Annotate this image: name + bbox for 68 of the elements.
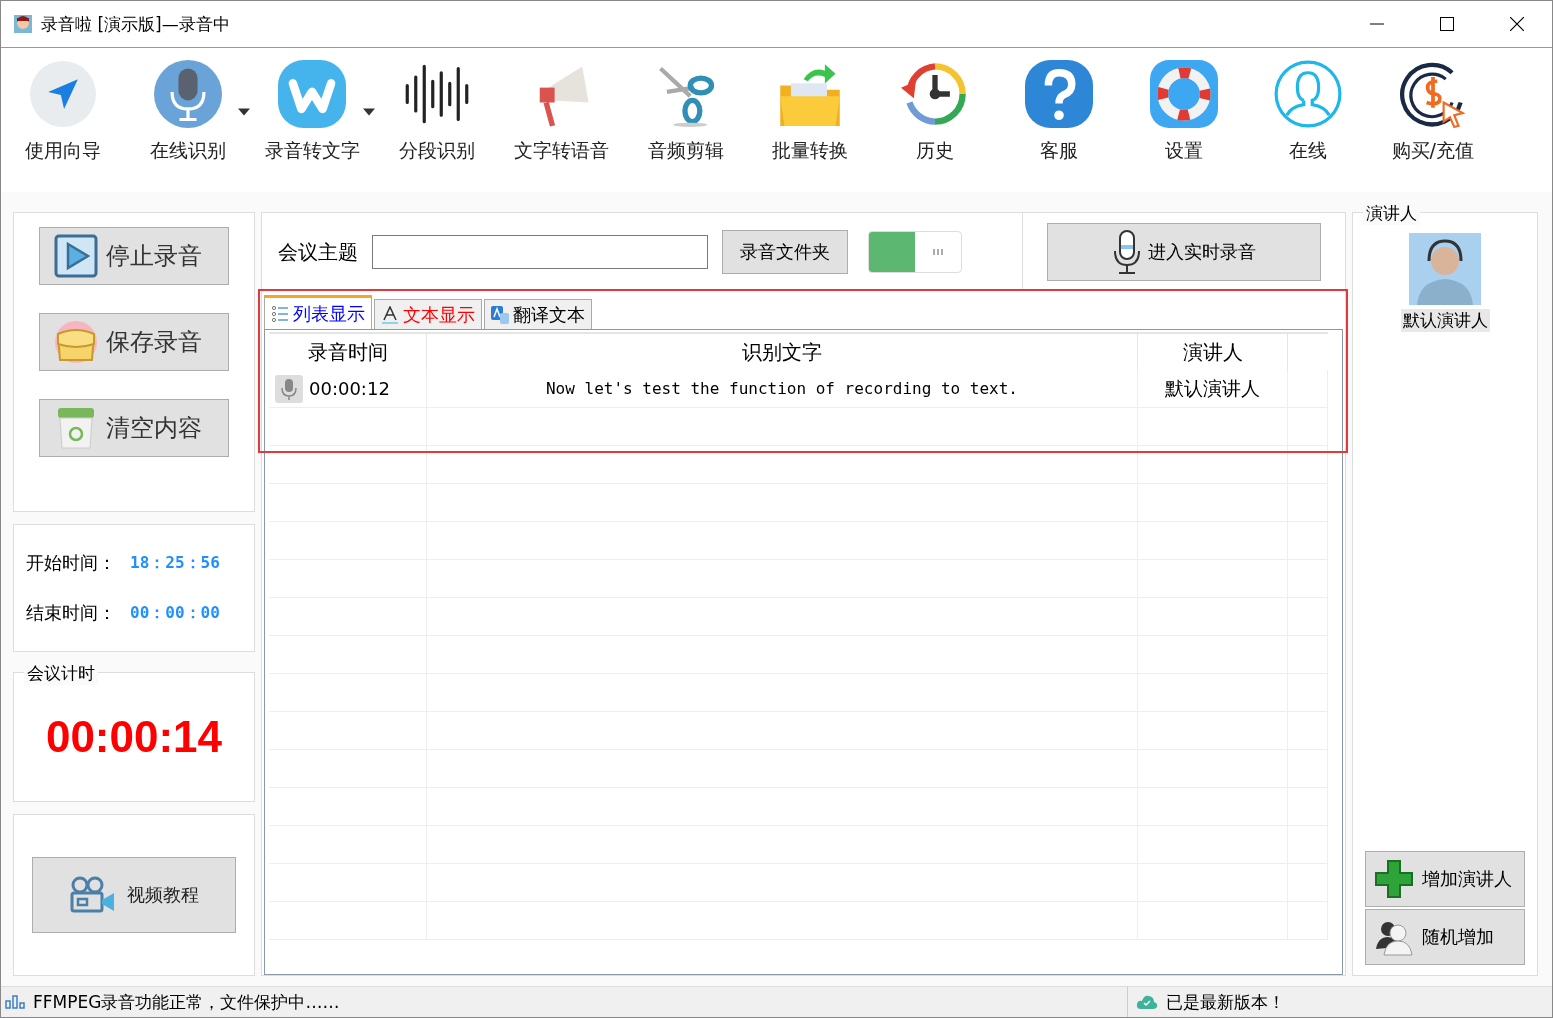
recording-folder-button[interactable]: 录音文件夹 (722, 230, 848, 274)
user-icon (1274, 60, 1343, 128)
topic-label: 会议主题 (278, 238, 358, 266)
speaker-name[interactable]: 默认演讲人 (1400, 309, 1490, 332)
table-cell-text: 默认演讲人 (1165, 375, 1260, 401)
toolbar-button[interactable]: 历史 (900, 60, 969, 164)
toolbar-button[interactable]: 批量转换 (772, 60, 849, 164)
dollar-cursor-icon (1398, 60, 1467, 128)
table-cell: Now let's test the function of recording to text. (546, 379, 1018, 398)
toolbar-button[interactable]: 购买/充值 (1391, 60, 1474, 164)
microphone-icon[interactable] (275, 374, 303, 403)
grip-icon (932, 248, 944, 256)
group-title: 演讲人 (1363, 202, 1420, 225)
close-icon[interactable] (1510, 17, 1524, 31)
time-value: 00：00：00 (130, 602, 220, 624)
video-camera-icon (69, 876, 115, 914)
toolbar-button[interactable]: 音频剪辑 (647, 60, 724, 164)
speaker-button[interactable]: 增加演讲人 (1365, 851, 1525, 907)
letter-a-icon (381, 305, 399, 324)
control-button[interactable]: 清空内容 (39, 399, 229, 457)
maximize-icon[interactable] (1440, 17, 1454, 31)
status-text: 已是最新版本！ (1166, 990, 1285, 1014)
toolbar-button[interactable]: 在线 (1274, 60, 1343, 164)
control-button[interactable]: 停止录音 (39, 227, 229, 285)
play-icon (54, 234, 98, 278)
toolbar-button[interactable]: 录音转文字 (264, 60, 360, 164)
tab[interactable]: 文本显示 (374, 299, 482, 329)
realtime-recording-button[interactable]: 进入实时录音 (1047, 223, 1321, 281)
tab[interactable]: 列表显示 (264, 295, 372, 329)
toolbar-button[interactable]: 使用向导 (25, 60, 102, 164)
avatar[interactable] (1409, 233, 1481, 305)
list-icon (271, 304, 289, 323)
video-tutorial-button[interactable]: 视频教程 (32, 857, 236, 933)
column-header: 演讲人 (1138, 334, 1288, 370)
tab[interactable]: 翻译文本 (484, 299, 592, 329)
speaker-button[interactable]: 随机增加 (1365, 909, 1525, 965)
translate-icon (491, 305, 509, 324)
meeting-timer: 00:00:14 (45, 712, 223, 762)
caret-icon[interactable] (238, 108, 250, 116)
column-header: 识别文字 (427, 334, 1138, 370)
plus-icon (1374, 859, 1414, 899)
bar-chart-icon (5, 995, 27, 1009)
column-header: 录音时间 (269, 334, 427, 370)
help-icon (1025, 60, 1094, 128)
bag-icon (54, 320, 98, 364)
toolbar-button[interactable]: 在线识别 (149, 60, 226, 164)
time-label: 结束时间： (26, 601, 116, 625)
toggle-switch[interactable] (868, 231, 962, 273)
toolbar-button[interactable]: 设置 (1149, 60, 1218, 164)
cloud-check-icon (1136, 994, 1158, 1010)
app-icon (13, 14, 33, 34)
time-value: 18：25：56 (130, 552, 220, 574)
toolbar-button[interactable]: 分段识别 (398, 60, 475, 164)
window-title: 录音啦 [演示版]—录音中 (41, 12, 230, 36)
control-button[interactable]: 保存录音 (39, 313, 229, 371)
lifebuoy-icon (1149, 60, 1218, 128)
table-cell: 00:00:12 (309, 378, 390, 399)
microphone-icon (153, 60, 222, 128)
toolbar-button[interactable]: 客服 (1025, 60, 1094, 164)
group-title: 会议计时 (24, 662, 98, 685)
toolbar-button[interactable]: 文字转语音 (513, 60, 609, 164)
caret-icon[interactable] (362, 108, 375, 116)
w-letter-icon (278, 60, 347, 128)
topic-input[interactable] (372, 235, 708, 269)
microphone-icon (1112, 229, 1142, 275)
history-clock-icon (900, 60, 969, 128)
status-text: FFMPEG录音功能正常，文件保护中…… (33, 990, 340, 1014)
time-label: 开始时间： (26, 551, 116, 575)
